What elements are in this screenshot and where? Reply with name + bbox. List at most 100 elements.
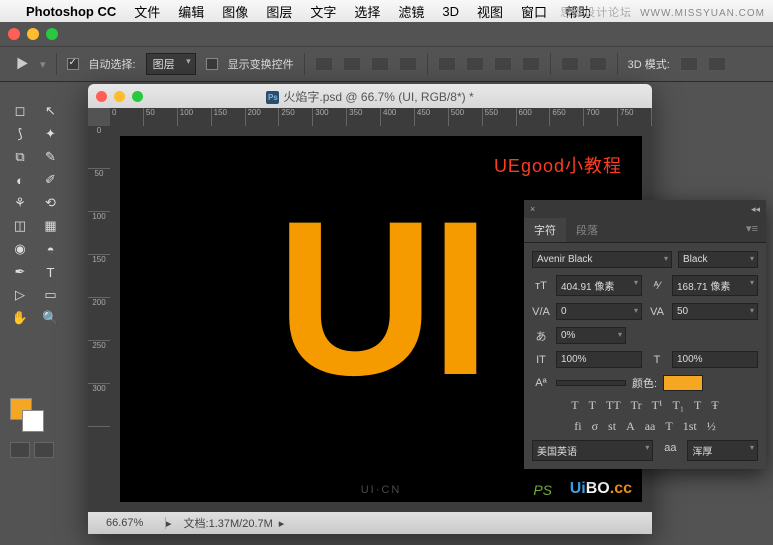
menu-view[interactable]: 视图	[477, 2, 503, 21]
distribute-icon[interactable]	[589, 57, 607, 71]
menu-window[interactable]: 窗口	[521, 2, 547, 21]
menu-3d[interactable]: 3D	[442, 4, 459, 19]
gradient-tool-icon[interactable]: ▦	[37, 215, 65, 237]
antialias-select[interactable]: 浑厚	[687, 440, 758, 461]
align-icon[interactable]	[371, 57, 389, 71]
kerning-input[interactable]: 0	[556, 303, 642, 320]
close-button[interactable]	[8, 28, 20, 40]
tab-character[interactable]: 字符	[524, 218, 566, 242]
panel-menu-icon[interactable]: ▾≡	[738, 218, 766, 242]
minimize-button[interactable]	[27, 28, 39, 40]
menu-image[interactable]: 图像	[222, 2, 248, 21]
clone-stamp-tool-icon[interactable]: ⚘	[6, 192, 34, 214]
contextual-button[interactable]: σ	[592, 419, 598, 434]
close-icon[interactable]: ×	[530, 204, 535, 214]
quick-mask-toggle[interactable]	[10, 442, 54, 458]
align-icon[interactable]	[315, 57, 333, 71]
auto-select-checkbox[interactable]	[67, 58, 79, 70]
show-transform-checkbox[interactable]	[206, 58, 218, 70]
strikethrough-button[interactable]: Ŧ	[711, 398, 718, 413]
discretionary-button[interactable]: st	[608, 419, 616, 434]
font-family-select[interactable]: Avenir Black	[532, 251, 672, 268]
lasso-tool-icon[interactable]: ⟆	[6, 123, 34, 145]
superscript-button[interactable]: T¹	[652, 398, 663, 413]
type-tool-icon[interactable]: T	[37, 261, 65, 283]
ligature-button[interactable]: fi	[574, 419, 581, 434]
auto-select-label: 自动选择:	[89, 56, 136, 72]
distribute-icon[interactable]	[522, 57, 540, 71]
marquee-tool-icon[interactable]: ◻	[6, 100, 34, 122]
dodge-tool-icon[interactable]: ◓	[37, 238, 65, 260]
panel-tabs: 字符 段落 ▾≡	[524, 218, 766, 243]
path-select-tool-icon[interactable]: ▷	[6, 284, 34, 306]
tracking-input[interactable]: 50	[672, 303, 758, 320]
distribute-icon[interactable]	[494, 57, 512, 71]
menu-layer[interactable]: 图层	[266, 2, 292, 21]
menu-file[interactable]: 文件	[134, 2, 160, 21]
fractions-button[interactable]: ½	[707, 419, 716, 434]
doc-minimize-button[interactable]	[114, 91, 125, 102]
hscale-input[interactable]: 100%	[672, 351, 758, 368]
hand-tool-icon[interactable]: ✋	[6, 307, 34, 329]
horizontal-ruler[interactable]: 0501001502002503003504004505005506006507…	[110, 108, 652, 126]
history-brush-tool-icon[interactable]: ⟲	[37, 192, 65, 214]
baseline-icon: Aª	[532, 375, 550, 391]
ordinals-button[interactable]: 1st	[683, 419, 697, 434]
menu-filter[interactable]: 滤镜	[398, 2, 424, 21]
zoom-level[interactable]: 66.67%	[96, 517, 166, 529]
leading-input[interactable]: 168.71 像素	[672, 275, 758, 296]
doc-zoom-button[interactable]	[132, 91, 143, 102]
canvas-main-text: UI	[276, 188, 486, 408]
3d-mode-icon[interactable]	[680, 57, 698, 71]
spot-heal-tool-icon[interactable]: ◐	[6, 169, 34, 191]
faux-bold-button[interactable]: T	[571, 398, 578, 413]
panel-header[interactable]: ×◂◂	[524, 200, 766, 218]
rectangle-tool-icon[interactable]: ▭	[37, 284, 65, 306]
distribute-icon[interactable]	[466, 57, 484, 71]
auto-select-target[interactable]: 图层	[146, 53, 196, 75]
font-style-select[interactable]: Black	[678, 251, 758, 268]
hscale-icon: T	[648, 352, 666, 368]
allcaps-button[interactable]: TT	[606, 398, 621, 413]
pen-tool-icon[interactable]: ✒	[6, 261, 34, 283]
doc-size[interactable]: 文档:1.37M/20.7M	[174, 515, 273, 531]
doc-close-button[interactable]	[96, 91, 107, 102]
vscale-input[interactable]: 100%	[556, 351, 642, 368]
distribute-icon[interactable]	[561, 57, 579, 71]
smallcaps-button[interactable]: Tr	[631, 398, 642, 413]
text-color-swatch[interactable]	[663, 375, 703, 391]
tab-paragraph[interactable]: 段落	[566, 218, 608, 242]
faux-italic-button[interactable]: T	[589, 398, 596, 413]
baseline-input[interactable]	[556, 380, 626, 386]
align-icon[interactable]	[343, 57, 361, 71]
brush-tool-icon[interactable]: ✐	[37, 169, 65, 191]
document-titlebar[interactable]: Ps火焰字.psd @ 66.7% (UI, RGB/8*) *	[88, 84, 652, 108]
swash-button[interactable]: A	[626, 419, 635, 434]
menu-edit[interactable]: 编辑	[178, 2, 204, 21]
crop-tool-icon[interactable]: ⧉	[6, 146, 34, 168]
app-name[interactable]: Photoshop CC	[26, 4, 116, 19]
background-color-swatch[interactable]	[22, 410, 44, 432]
titling-button[interactable]: T	[665, 419, 672, 434]
blur-tool-icon[interactable]: ◉	[6, 238, 34, 260]
scale-input[interactable]: 0%	[556, 327, 626, 344]
subscript-button[interactable]: T₁	[673, 398, 685, 413]
type-style-row2: fi σ st A aa T 1st ½	[532, 419, 758, 434]
zoom-button[interactable]	[46, 28, 58, 40]
zoom-tool-icon[interactable]: 🔍	[37, 307, 65, 329]
distribute-icon[interactable]	[438, 57, 456, 71]
eyedropper-tool-icon[interactable]: ✎	[37, 146, 65, 168]
magic-wand-tool-icon[interactable]: ✦	[37, 123, 65, 145]
menu-select[interactable]: 选择	[354, 2, 380, 21]
move-tool-icon[interactable]: ↖	[37, 100, 65, 122]
font-size-input[interactable]: 404.91 像素	[556, 275, 642, 296]
vertical-ruler[interactable]: 050100150200250300	[88, 126, 110, 512]
underline-button[interactable]: T	[694, 398, 701, 413]
align-icon[interactable]	[399, 57, 417, 71]
stylistic-button[interactable]: aa	[645, 419, 656, 434]
3d-mode-icon[interactable]	[708, 57, 726, 71]
language-select[interactable]: 美国英语	[532, 440, 653, 461]
eraser-tool-icon[interactable]: ◫	[6, 215, 34, 237]
move-tool-icon[interactable]	[12, 55, 30, 73]
menu-type[interactable]: 文字	[310, 2, 336, 21]
